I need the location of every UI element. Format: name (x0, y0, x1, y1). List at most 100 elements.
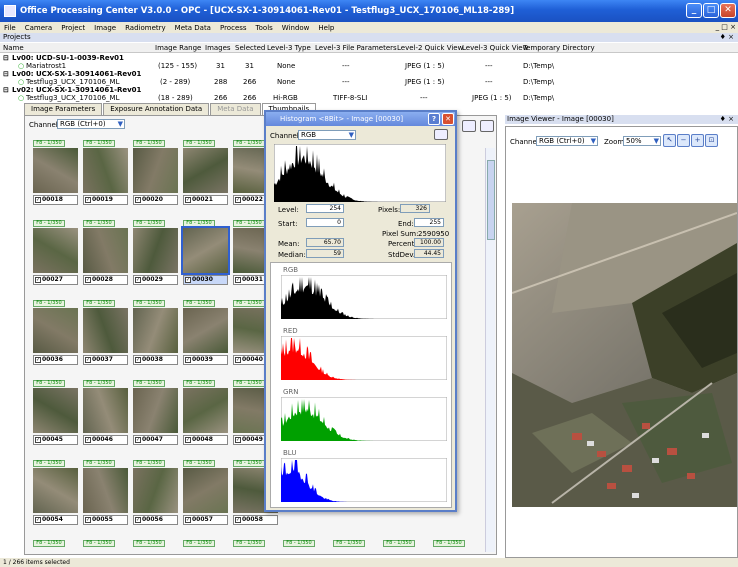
col-level3-qv[interactable]: Level-3 Quick View (462, 44, 528, 52)
checkbox[interactable]: ✓ (185, 436, 191, 443)
thumbnail-number[interactable]: ✓ 00020 (133, 195, 178, 205)
hist-menu-icon[interactable] (434, 129, 448, 140)
pointer-tool-icon[interactable]: ↖ (663, 134, 676, 147)
thumbnail-number[interactable]: ✓ 00028 (83, 275, 128, 285)
checkbox[interactable]: ✓ (235, 196, 241, 203)
checkbox[interactable]: ✓ (235, 356, 241, 363)
checkbox[interactable]: ✓ (85, 276, 91, 283)
col-name[interactable]: Name (3, 44, 24, 52)
thumbnail-number[interactable]: ✓ 00054 (33, 515, 78, 525)
checkbox[interactable]: ✓ (85, 356, 91, 363)
thumbnail-number[interactable]: ✓ 00018 (33, 195, 78, 205)
fit-icon[interactable] (462, 120, 476, 132)
thumbnail-00020[interactable]: F8 - 1/350 ✓ 00020 (133, 140, 178, 205)
thumbnail-number[interactable]: ✓ 00058 (233, 515, 278, 525)
thumbnail-number[interactable]: ✓ 00048 (183, 435, 228, 445)
thumbnail-00054[interactable]: F8 - 1/350 ✓ 00054 (33, 460, 78, 525)
histogram-close-button[interactable]: ✕ (442, 113, 454, 125)
project-row[interactable]: ⊟ Lv00: UCD-SU-1-0039-Rev01 (0, 54, 738, 62)
thumbnail-00028[interactable]: F8 - 1/350 ✓ 00028 (83, 220, 128, 285)
thumbnail-00019[interactable]: F8 - 1/350 ✓ 00019 (83, 140, 128, 205)
menu-image[interactable]: Image (94, 24, 116, 32)
col-selected[interactable]: Selected (235, 44, 265, 52)
thumbnail-00038[interactable]: F8 - 1/350 ✓ 00038 (133, 300, 178, 365)
menu-window[interactable]: Window (282, 24, 310, 32)
thumbnail-00055[interactable]: F8 - 1/350 ✓ 00055 (83, 460, 128, 525)
menu-process[interactable]: Process (220, 24, 247, 32)
thumbnail-00027[interactable]: F8 - 1/350 ✓ 00027 (33, 220, 78, 285)
checkbox[interactable]: ✓ (35, 196, 41, 203)
checkbox[interactable]: ✓ (35, 356, 41, 363)
thumbnail-number[interactable]: ✓ 00045 (33, 435, 78, 445)
zoom-out-icon[interactable]: − (677, 134, 690, 147)
zoom-select[interactable]: 50% ▼ (623, 136, 661, 146)
col-level2-qv[interactable]: Level-2 Quick View (397, 44, 463, 52)
tab-image-parameters[interactable]: Image Parameters (24, 103, 103, 115)
thumbnail-number[interactable]: ✓ 00057 (183, 515, 228, 525)
checkbox[interactable]: ✓ (35, 436, 41, 443)
mdi-controls[interactable]: _ □ × (716, 23, 736, 31)
col-images[interactable]: Images (205, 44, 231, 52)
checkbox[interactable]: ✓ (185, 516, 191, 523)
thumbnail-number[interactable]: ✓ 00046 (83, 435, 128, 445)
thumbnail-00047[interactable]: F8 - 1/350 ✓ 00047 (133, 380, 178, 445)
tab-exposure-annotation[interactable]: Exposure Annotation Data (103, 103, 210, 115)
thumbnail-number[interactable]: ✓ 00029 (133, 275, 178, 285)
checkbox[interactable]: ✓ (185, 356, 191, 363)
menu-meta-data[interactable]: Meta Data (175, 24, 211, 32)
checkbox[interactable]: ✓ (85, 436, 91, 443)
scrollbar[interactable] (485, 148, 495, 552)
channel-select[interactable]: RGB (Ctrl+0) ▼ (57, 119, 125, 129)
menu-help[interactable]: Help (318, 24, 334, 32)
viewer-pin-close[interactable]: ♦ × (720, 115, 734, 124)
checkbox[interactable]: ✓ (235, 516, 241, 523)
thumbnail-number[interactable]: ✓ 00037 (83, 355, 128, 365)
checkbox[interactable]: ✓ (85, 516, 91, 523)
thumbnail-00030[interactable]: F8 - 1/350 ✓ 00030 (181, 220, 230, 285)
level-field[interactable]: 254 (306, 204, 344, 213)
thumbnail-number[interactable]: ✓ 00030 (183, 275, 228, 285)
start-field[interactable]: 0 (306, 218, 344, 227)
viewer-channel-select[interactable]: RGB (Ctrl+0) ▼ (536, 136, 598, 146)
thumbnail-00018[interactable]: F8 - 1/350 ✓ 00018 (33, 140, 78, 205)
checkbox[interactable]: ✓ (85, 196, 91, 203)
col-level3-params[interactable]: Level-3 File Parameters (315, 44, 397, 52)
menu-camera[interactable]: Camera (25, 24, 52, 32)
thumbnail-number[interactable]: ✓ 00038 (133, 355, 178, 365)
col-level3-type[interactable]: Level-3 Type (267, 44, 311, 52)
thumbnail-00036[interactable]: F8 - 1/350 ✓ 00036 (33, 300, 78, 365)
hist-channel-select[interactable]: RGB ▼ (298, 130, 356, 140)
thumbnail-00029[interactable]: F8 - 1/350 ✓ 00029 (133, 220, 178, 285)
help-button[interactable]: ? (428, 113, 440, 125)
thumbnail-00048[interactable]: F8 - 1/350 ✓ 00048 (183, 380, 228, 445)
thumbnail-number[interactable]: ✓ 00055 (83, 515, 128, 525)
close-button[interactable]: ✕ (720, 3, 736, 18)
checkbox[interactable]: ✓ (135, 196, 141, 203)
tab-meta-data[interactable]: Meta Data (210, 103, 261, 115)
thumbnail-number[interactable]: ✓ 00036 (33, 355, 78, 365)
thumbnail-00046[interactable]: F8 - 1/350 ✓ 00046 (83, 380, 128, 445)
minimize-button[interactable]: _ (686, 3, 702, 18)
menu-tools[interactable]: Tools (256, 24, 273, 32)
thumbnail-00056[interactable]: F8 - 1/350 ✓ 00056 (133, 460, 178, 525)
menu-radiometry[interactable]: Radiometry (125, 24, 166, 32)
project-row[interactable]: ⊟ Lv02: UCX-SX-1-30914061-Rev01 (0, 86, 738, 94)
thumbnail-number[interactable]: ✓ 00027 (33, 275, 78, 285)
checkbox[interactable]: ✓ (185, 276, 191, 283)
thumbnail-00057[interactable]: F8 - 1/350 ✓ 00057 (183, 460, 228, 525)
checkbox[interactable]: ✓ (35, 516, 41, 523)
checkbox[interactable]: ✓ (135, 276, 141, 283)
project-row[interactable]: ⊟ Lv00: UCX-SX-1-30914061-Rev01 (0, 70, 738, 78)
checkbox[interactable]: ✓ (235, 276, 241, 283)
thumbnail-number[interactable]: ✓ 00047 (133, 435, 178, 445)
col-temp-dir[interactable]: Temporary Directory (523, 44, 595, 52)
checkbox[interactable]: ✓ (135, 356, 141, 363)
scrollbar-thumb[interactable] (487, 160, 495, 240)
zoom-in-icon[interactable]: + (691, 134, 704, 147)
checkbox[interactable]: ✓ (135, 436, 141, 443)
checkbox[interactable]: ✓ (185, 196, 191, 203)
project-row[interactable]: ○ Testflug3_UCX_170106_ML (2 - 289) 288 266 N… (0, 78, 738, 86)
menu-project[interactable]: Project (61, 24, 85, 32)
checkbox[interactable]: ✓ (235, 436, 241, 443)
thumbnail-number[interactable]: ✓ 00019 (83, 195, 128, 205)
